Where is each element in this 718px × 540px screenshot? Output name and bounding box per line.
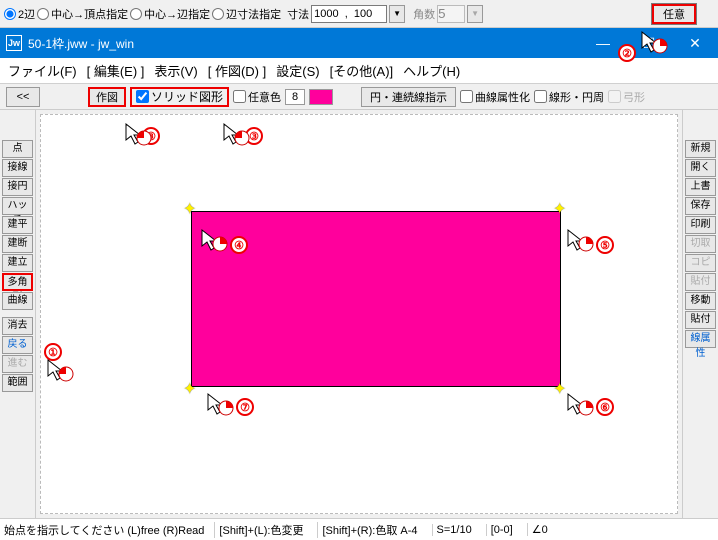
work-area: 点 接線 接円 ハッチ 建平 建断 建立 多角形 曲線 消去 戻る 進む 範囲 … bbox=[0, 110, 718, 518]
snap-marker-icon: ✦ bbox=[553, 199, 566, 219]
left-toolbox: 点 接線 接円 ハッチ 建平 建断 建立 多角形 曲線 消去 戻る 進む 範囲 bbox=[0, 110, 36, 518]
menu-view[interactable]: 表示(V) bbox=[154, 61, 197, 80]
radio-2edge[interactable]: 2辺 bbox=[4, 6, 35, 22]
tool-copy: コピー bbox=[685, 254, 716, 272]
mouse-cursor-icon bbox=[566, 228, 594, 256]
menu-edit[interactable]: [ 編集(E) ] bbox=[87, 61, 145, 80]
mouse-cursor-icon bbox=[46, 358, 74, 386]
tool-open[interactable]: 開く bbox=[685, 159, 716, 177]
tool-curve[interactable]: 曲線 bbox=[2, 292, 33, 310]
tool-paste2[interactable]: 貼付 bbox=[685, 311, 716, 329]
tool-point[interactable]: 点 bbox=[2, 140, 33, 158]
nini-button[interactable]: 任意 bbox=[652, 4, 696, 24]
tool-polygon[interactable]: 多角形 bbox=[2, 273, 33, 291]
sakuzu-button[interactable]: 作図 bbox=[88, 87, 126, 107]
kakusu-group: 角数 ▼ bbox=[413, 5, 483, 23]
annotation-4: ④ bbox=[230, 236, 248, 254]
radio-edge-dim[interactable]: 辺寸法指定 bbox=[212, 6, 281, 22]
tool-overwrite[interactable]: 上書 bbox=[685, 178, 716, 196]
menu-help[interactable]: ヘルプ(H) bbox=[403, 61, 460, 80]
close-button[interactable]: ✕ bbox=[672, 28, 718, 58]
menubar: ファイル(F) [ 編集(E) ] 表示(V) [ 作図(D) ] 設定(S) … bbox=[0, 58, 718, 84]
dim-label: 寸法 bbox=[287, 6, 309, 22]
bow-checkbox: 弓形 bbox=[608, 89, 645, 105]
dim-dropdown-button[interactable]: ▼ bbox=[389, 5, 405, 23]
color-swatch[interactable] bbox=[309, 89, 333, 105]
kakusu-input bbox=[437, 5, 465, 23]
snap-marker-icon: ✦ bbox=[553, 379, 566, 399]
right-toolbox: 新規 開く 上書 保存 印刷 切取 コピー 貼付 移動 貼付 線属性 bbox=[682, 110, 718, 518]
kakusu-dropdown-button: ▼ bbox=[467, 5, 483, 23]
radio-center-vertex[interactable]: 中心→頂点指定 bbox=[37, 6, 128, 22]
tool-cut: 切取 bbox=[685, 235, 716, 253]
window-title: 50-1枠.jww - jw_win bbox=[28, 35, 134, 52]
annotation-5: ⑤ bbox=[596, 236, 614, 254]
tool-print[interactable]: 印刷 bbox=[685, 216, 716, 234]
tool-new[interactable]: 新規 bbox=[685, 140, 716, 158]
dim-input[interactable] bbox=[311, 5, 387, 23]
status-hint1: [Shift]+(L):色変更 bbox=[214, 522, 307, 538]
tool-range[interactable]: 範囲 bbox=[2, 374, 33, 392]
curve-attribute-checkbox[interactable]: 曲線属性化 bbox=[460, 89, 530, 105]
menu-other[interactable]: [その他(A)] bbox=[330, 61, 394, 80]
options-toolbar: << 作図 ソリッド図形 任意色 円・連続線指示 曲線属性化 線形・円周 弓形 bbox=[0, 84, 718, 110]
tool-plan[interactable]: 建平 bbox=[2, 216, 33, 234]
tool-redo: 進む bbox=[2, 355, 33, 373]
status-hint2: [Shift]+(R):色取 A-4 bbox=[317, 522, 421, 538]
circle-polyline-button[interactable]: 円・連続線指示 bbox=[361, 87, 456, 107]
mouse-cursor-icon bbox=[206, 392, 234, 420]
mouse-cursor-icon bbox=[200, 228, 228, 256]
tool-paste: 貼付 bbox=[685, 273, 716, 291]
mouse-cursor-icon bbox=[566, 392, 594, 420]
mouse-cursor-icon bbox=[124, 122, 152, 150]
tool-line-attr[interactable]: 線属性 bbox=[685, 330, 716, 348]
nini-color-checkbox[interactable]: 任意色 bbox=[233, 89, 281, 105]
status-layer: [0-0] bbox=[486, 524, 517, 536]
app-icon: Jw bbox=[6, 35, 22, 51]
tool-undo[interactable]: 戻る bbox=[2, 336, 33, 354]
annotation-2: ② bbox=[618, 44, 636, 62]
line-circle-checkbox[interactable]: 線形・円周 bbox=[534, 89, 604, 105]
tool-tangent[interactable]: 接線 bbox=[2, 159, 33, 177]
snap-marker-icon: ✦ bbox=[183, 379, 196, 399]
menu-file[interactable]: ファイル(F) bbox=[8, 61, 77, 80]
solid-rectangle bbox=[191, 211, 561, 387]
back-button[interactable]: << bbox=[6, 87, 40, 107]
mouse-cursor-icon bbox=[222, 122, 250, 150]
mouse-cursor-icon bbox=[640, 30, 668, 58]
tool-elevation[interactable]: 建立 bbox=[2, 254, 33, 272]
color-index-input[interactable] bbox=[285, 89, 305, 105]
tool-save[interactable]: 保存 bbox=[685, 197, 716, 215]
drawing-canvas[interactable]: ✦ ✦ ✦ ✦ bbox=[40, 114, 678, 514]
annotation-7: ⑦ bbox=[236, 398, 254, 416]
annotation-6: ⑥ bbox=[596, 398, 614, 416]
tool-erase[interactable]: 消去 bbox=[2, 317, 33, 335]
top-options-bar: 2辺 中心→頂点指定 中心→辺指定 辺寸法指定 寸法 ▼ 角数 ▼ 任意 bbox=[0, 0, 718, 28]
tool-hatch[interactable]: ハッチ bbox=[2, 197, 33, 215]
menu-settings[interactable]: 設定(S) bbox=[276, 61, 319, 80]
tool-section[interactable]: 建断 bbox=[2, 235, 33, 253]
status-angle: ∠0 bbox=[527, 523, 552, 536]
radio-center-edge[interactable]: 中心→辺指定 bbox=[130, 6, 210, 22]
snap-marker-icon: ✦ bbox=[183, 199, 196, 219]
status-bar: 始点を指示してください (L)free (R)Read [Shift]+(L):… bbox=[0, 518, 718, 540]
status-scale: S=1/10 bbox=[432, 524, 476, 536]
tool-move[interactable]: 移動 bbox=[685, 292, 716, 310]
window-titlebar: Jw 50-1枠.jww - jw_win — ☐ ✕ bbox=[0, 28, 718, 58]
menu-draw[interactable]: [ 作図(D) ] bbox=[208, 61, 267, 80]
status-message: 始点を指示してください (L)free (R)Read bbox=[4, 522, 204, 538]
solid-shape-checkbox[interactable]: ソリッド図形 bbox=[130, 87, 229, 107]
tool-tangent-circle[interactable]: 接円 bbox=[2, 178, 33, 196]
kakusu-label: 角数 bbox=[413, 6, 435, 22]
